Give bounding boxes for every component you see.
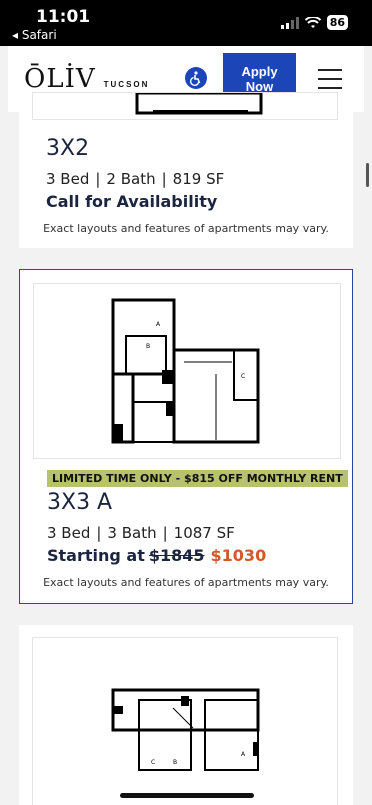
plan-specs: 3 Bed | 2 Bath | 819 SF	[46, 170, 225, 188]
site-logo[interactable]: ŌLİV TUCSON	[24, 64, 149, 94]
plan-specs: 3 Bed | 3 Bath | 1087 SF	[47, 524, 235, 542]
disclaimer: Exact layouts and features of apartments…	[43, 576, 329, 589]
plan-sqft: 819 SF	[172, 170, 225, 188]
plan-sqft: 1087 SF	[173, 524, 235, 542]
floorplan-card[interactable]: C B A	[19, 625, 353, 805]
accessibility-button[interactable]	[185, 67, 207, 89]
promo-badge: LIMITED TIME ONLY - $815 OFF MONTHLY REN…	[47, 470, 348, 487]
apply-now-label: Apply Now	[241, 64, 278, 94]
scroll-indicator[interactable]	[366, 163, 369, 187]
floorplan-image[interactable]: C B A	[32, 637, 338, 805]
back-to-safari-link[interactable]: ◂ Safari	[12, 28, 57, 42]
battery-icon: 86	[326, 15, 348, 30]
old-price: $1845	[148, 546, 205, 565]
room-label: A	[156, 321, 161, 328]
wifi-icon	[304, 16, 321, 28]
plan-name: 3X3 A	[47, 490, 113, 515]
status-icons: 86	[280, 15, 348, 30]
logo-mark: ŌLİV	[24, 64, 96, 94]
new-price: $1030	[210, 546, 267, 565]
status-bar: 11:01 ◂ Safari 86	[0, 0, 372, 46]
floorplan-card-selected[interactable]: A B C LIMITED TIME ONLY - $815 OFF MONTH…	[19, 269, 353, 604]
disclaimer: Exact layouts and features of apartments…	[43, 222, 329, 235]
price-prefix: Starting at	[47, 546, 145, 565]
plan-price: Starting at $1845 $1030	[47, 546, 266, 565]
plan-baths: 2 Bath	[106, 170, 156, 188]
availability-text: Call for Availability	[46, 192, 218, 211]
floorplan-card[interactable]: 3X2 3 Bed | 2 Bath | 819 SF Call for Availab…	[19, 91, 353, 248]
logo-location: TUCSON	[103, 80, 150, 89]
floorplan-image[interactable]: A B C	[33, 283, 341, 459]
room-label: B	[173, 759, 177, 766]
signal-icon	[280, 16, 299, 29]
plan-name: 3X2	[46, 136, 90, 161]
plan-beds: 3 Bed	[47, 524, 91, 542]
accessibility-icon	[189, 71, 201, 87]
hamburger-menu-icon[interactable]	[318, 69, 342, 89]
floorplan-image	[32, 91, 338, 120]
plan-baths: 3 Bath	[107, 524, 157, 542]
plan-beds: 3 Bed	[46, 170, 90, 188]
room-label: A	[241, 751, 246, 758]
home-indicator[interactable]	[120, 793, 254, 798]
room-label: B	[146, 343, 150, 350]
room-label: C	[151, 759, 155, 766]
room-label: C	[241, 373, 245, 380]
status-time: 11:01	[36, 7, 91, 27]
